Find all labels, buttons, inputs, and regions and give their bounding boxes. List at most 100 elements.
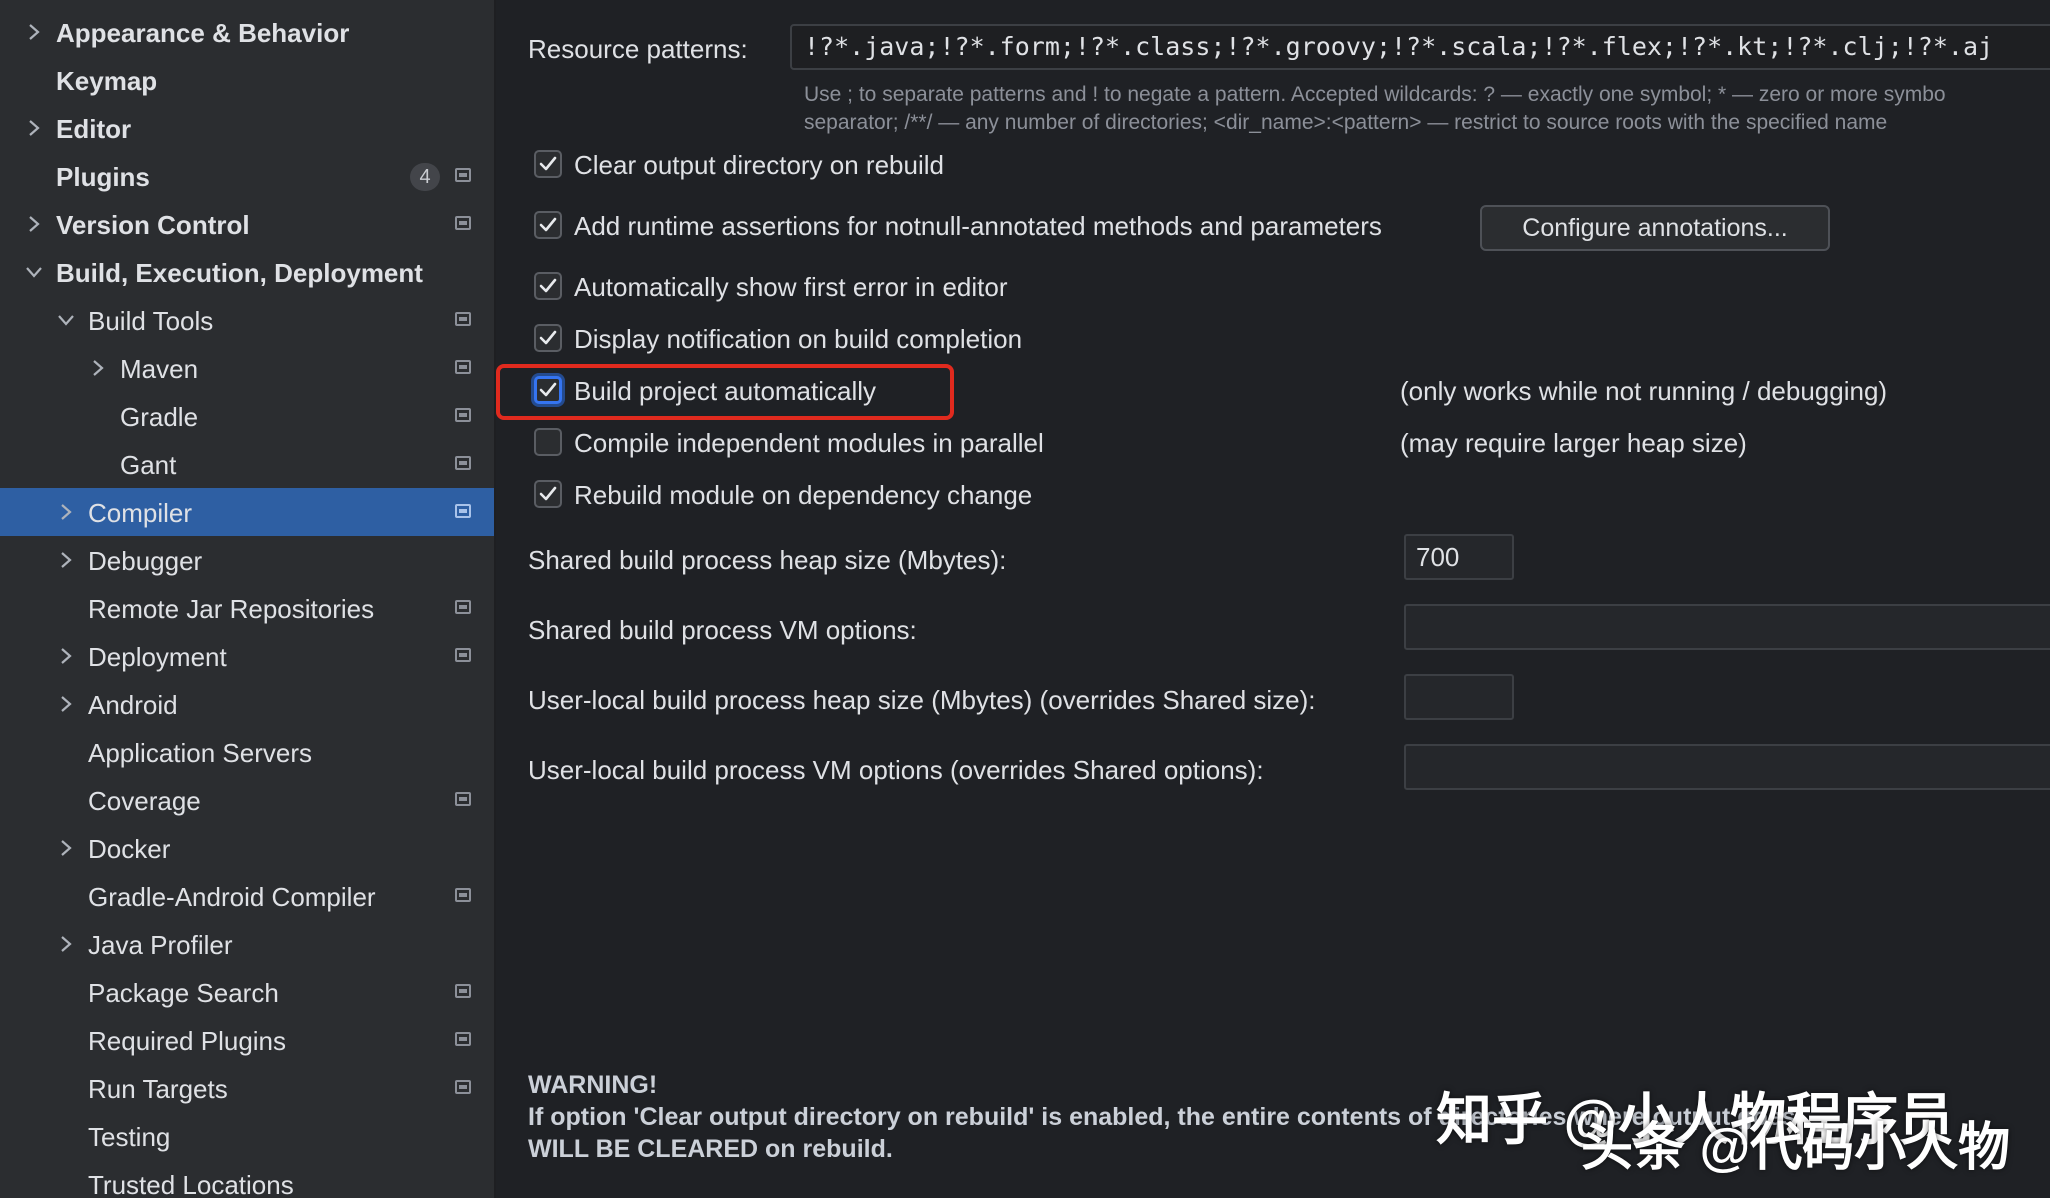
project-level-settings-icon	[455, 1080, 471, 1094]
sidebar-item-label: Build, Execution, Deployment	[56, 258, 423, 288]
automatically-show-first-error-in-editor-checkbox[interactable]	[534, 272, 562, 300]
settings-sidebar-tree: Appearance & Behavior Keymap Editor Plugins…	[0, 0, 496, 1198]
user-heap-size-label: User-local build process heap size (Mbyt…	[528, 685, 1316, 715]
sidebar-item-version-control[interactable]: Version Control	[0, 200, 494, 248]
build-project-automatically-note: (only works while not running / debuggin…	[1400, 376, 1888, 406]
chevron-right-icon[interactable]	[54, 500, 78, 524]
configure-annotations-button[interactable]: Configure annotations...	[1480, 205, 1830, 251]
chevron-right-icon[interactable]	[54, 644, 78, 668]
compile-independent-modules-in-parallel-label[interactable]: Compile independent modules in parallel	[574, 428, 1044, 459]
sidebar-item-java-profiler[interactable]: Java Profiler	[0, 920, 494, 968]
resource-patterns-label: Resource patterns:	[528, 34, 748, 64]
sidebar-item-application-servers[interactable]: Application Servers	[0, 728, 494, 776]
sidebar-item-android[interactable]: Android	[0, 680, 494, 728]
automatically-show-first-error-in-editor-label[interactable]: Automatically show first error in editor	[574, 272, 1007, 303]
sidebar-item-remote-jar-repositories[interactable]: Remote Jar Repositories	[0, 584, 494, 632]
sidebar-item-testing[interactable]: Testing	[0, 1112, 494, 1160]
compiler-settings-panel: Resource patterns: !?*.java;!?*.form;!?*…	[496, 0, 2050, 1198]
rebuild-module-on-dependency-change-label[interactable]: Rebuild module on dependency change	[574, 480, 1032, 511]
project-level-settings-icon	[455, 1032, 471, 1046]
vm-options-input[interactable]	[1404, 604, 2050, 650]
sidebar-item-label: Keymap	[56, 66, 158, 96]
sidebar-item-build-execution-deployment[interactable]: Build, Execution, Deployment	[0, 248, 494, 296]
project-level-settings-icon	[455, 408, 471, 422]
sidebar-item-label: Appearance & Behavior	[56, 18, 350, 48]
chevron-right-icon[interactable]	[22, 212, 46, 236]
compile-independent-modules-in-parallel-checkbox[interactable]	[534, 428, 562, 456]
checkbox-row-rebuild-module-on-dependency-change: Rebuild module on dependency change	[534, 476, 1434, 516]
clear-output-directory-on-rebuild-checkbox[interactable]	[534, 150, 562, 178]
sidebar-item-label: Trusted Locations	[88, 1170, 294, 1198]
sidebar-item-debugger[interactable]: Debugger	[0, 536, 494, 584]
chevron-right-icon[interactable]	[22, 20, 46, 44]
project-level-settings-icon	[455, 168, 471, 182]
chevron-right-icon[interactable]	[54, 692, 78, 716]
sidebar-item-label: Java Profiler	[88, 930, 233, 960]
clear-output-directory-on-rebuild-label[interactable]: Clear output directory on rebuild	[574, 150, 944, 181]
resource-patterns-hint-line2: separator; /**/ — any number of director…	[804, 111, 1888, 134]
sidebar-item-build-tools[interactable]: Build Tools	[0, 296, 494, 344]
project-level-settings-icon	[455, 216, 471, 230]
sidebar-item-gant[interactable]: Gant	[0, 440, 494, 488]
sidebar-item-label: Docker	[88, 834, 171, 864]
vm-options-label: Shared build process VM options:	[528, 615, 917, 645]
chevron-right-icon[interactable]	[54, 836, 78, 860]
sidebar-item-appearance-behavior[interactable]: Appearance & Behavior	[0, 8, 494, 56]
sidebar-item-maven[interactable]: Maven	[0, 344, 494, 392]
resource-patterns-input[interactable]: !?*.java;!?*.form;!?*.class;!?*.groovy;!…	[790, 24, 2050, 70]
sidebar-item-docker[interactable]: Docker	[0, 824, 494, 872]
sidebar-item-keymap[interactable]: Keymap	[0, 56, 494, 104]
chevron-right-icon[interactable]	[54, 548, 78, 572]
checkbox-row-clear-output-directory-on-rebuild: Clear output directory on rebuild	[534, 146, 1434, 186]
user-vm-options-input[interactable]	[1404, 744, 2050, 790]
project-level-settings-icon	[455, 600, 471, 614]
sidebar-item-label: Gradle	[120, 402, 199, 432]
chevron-right-icon[interactable]	[86, 356, 110, 380]
sidebar-item-coverage[interactable]: Coverage	[0, 776, 494, 824]
heap-size-input[interactable]: 700	[1404, 534, 1514, 580]
project-level-settings-icon	[455, 984, 471, 998]
compile-independent-modules-in-parallel-note: (may require larger heap size)	[1400, 428, 1747, 458]
sidebar-item-editor[interactable]: Editor	[0, 104, 494, 152]
user-vm-options-label: User-local build process VM options (ove…	[528, 755, 1264, 785]
sidebar-item-label: Debugger	[88, 546, 203, 576]
warning-line2: WILL BE CLEARED on rebuild.	[528, 1135, 893, 1163]
chevron-right-icon[interactable]	[54, 932, 78, 956]
warning-title: WARNING!	[528, 1071, 658, 1099]
chevron-right-icon[interactable]	[22, 116, 46, 140]
rebuild-module-on-dependency-change-checkbox[interactable]	[534, 480, 562, 508]
sidebar-item-label: Build Tools	[88, 306, 214, 336]
project-level-settings-icon	[455, 648, 471, 662]
sidebar-item-plugins[interactable]: Plugins 4	[0, 152, 494, 200]
toutiao-watermark: 头条 @代码小人物	[1581, 1119, 2011, 1177]
sidebar-item-label: Version Control	[56, 210, 250, 240]
checkbox-row-display-notification-on-build-completion: Display notification on build completion	[534, 320, 1434, 360]
sidebar-item-trusted-locations[interactable]: Trusted Locations	[0, 1160, 494, 1198]
sidebar-item-label: Deployment	[88, 642, 227, 672]
sidebar-item-gradle-android-compiler[interactable]: Gradle-Android Compiler	[0, 872, 494, 920]
sidebar-item-gradle[interactable]: Gradle	[0, 392, 494, 440]
sidebar-item-package-search[interactable]: Package Search	[0, 968, 494, 1016]
sidebar-item-label: Coverage	[88, 786, 201, 816]
sidebar-item-label: Testing	[88, 1122, 171, 1152]
sidebar-item-run-targets[interactable]: Run Targets	[0, 1064, 494, 1112]
sidebar-item-label: Gant	[120, 450, 177, 480]
project-level-settings-icon	[455, 456, 471, 470]
sidebar-item-deployment[interactable]: Deployment	[0, 632, 494, 680]
display-notification-on-build-completion-checkbox[interactable]	[534, 324, 562, 352]
project-level-settings-icon	[455, 888, 471, 902]
project-level-settings-icon	[455, 504, 471, 518]
add-runtime-assertions-for-notnull-annotated-methods-and-parameters-label[interactable]: Add runtime assertions for notnull-annot…	[574, 211, 1382, 242]
resource-patterns-hint-line1: Use ; to separate patterns and ! to nega…	[804, 83, 1946, 106]
sidebar-item-compiler[interactable]: Compiler	[0, 488, 494, 536]
chevron-down-icon[interactable]	[54, 308, 78, 332]
sidebar-item-label: Remote Jar Repositories	[88, 594, 375, 624]
display-notification-on-build-completion-label[interactable]: Display notification on build completion	[574, 324, 1022, 355]
sidebar-item-label: Editor	[56, 114, 132, 144]
user-heap-size-input[interactable]	[1404, 674, 1514, 720]
add-runtime-assertions-for-notnull-annotated-methods-and-parameters-checkbox[interactable]	[534, 211, 562, 239]
checkbox-row-compile-independent-modules-in-parallel: Compile independent modules in parallel	[534, 424, 1434, 464]
sidebar-item-required-plugins[interactable]: Required Plugins	[0, 1016, 494, 1064]
chevron-down-icon[interactable]	[22, 260, 46, 284]
sidebar-item-label: Compiler	[88, 498, 193, 528]
